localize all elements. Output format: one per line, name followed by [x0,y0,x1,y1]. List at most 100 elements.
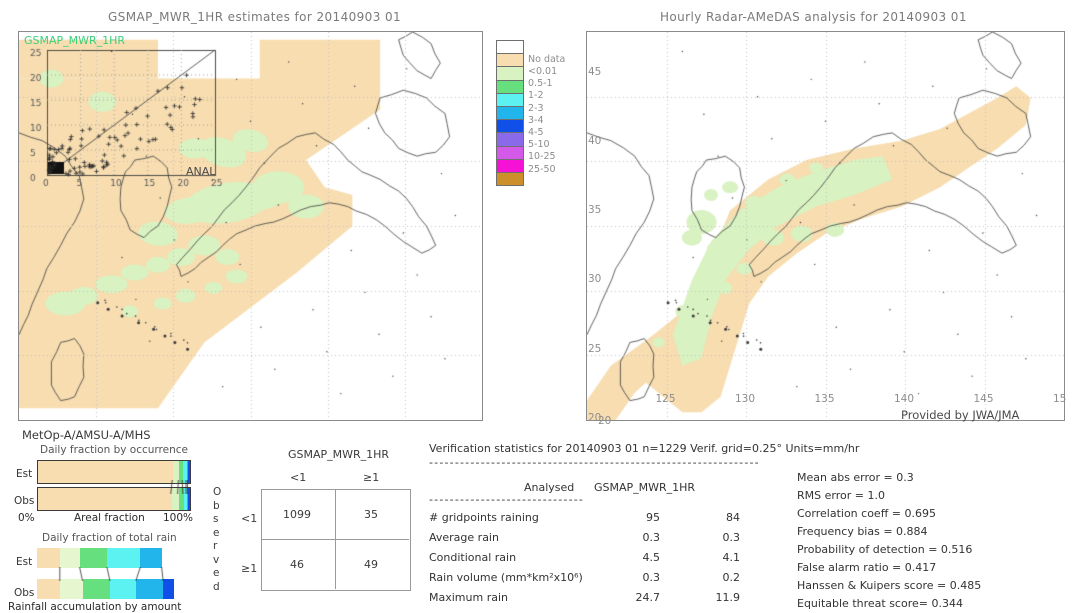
sensor-label: MetOp-A/AMSU-A/MHS [22,428,151,442]
contingency-row-header-0: <1 [241,512,258,525]
verification-row-analysed-2: 4.5 [642,551,661,564]
occurrence-row-label-obs: Obs [14,495,35,507]
inset-title: GSMAP_MWR_1HR [24,34,126,47]
totalrain-obs-seg-0 [37,579,60,599]
right-map-xtick-135: 135 [814,393,835,405]
observed-letter-3: e [213,526,220,539]
colorbar-cell-6 [497,120,523,134]
colorbar-label-5: 2-3 [528,102,544,114]
colorbar-cell-1 [497,54,523,68]
occurrence-link-lines [37,480,237,494]
verification-title: Verification statistics for 20140903 01 … [429,442,860,455]
occurrence-axis-left: 0% [18,512,35,524]
contingency-col-header-0: <1 [290,471,307,484]
left-map-panel[interactable] [18,31,483,421]
colorbar [496,40,524,187]
score-line-4: Probability of detection = 0.516 [797,543,973,556]
right-map-xtick-150: 15 [1053,393,1067,405]
score-line-1: RMS error = 1.0 [797,489,885,502]
colorbar-label-3: 0.5-1 [528,78,553,90]
score-line-7: Equitable threat score= 0.344 [797,597,963,610]
totalrain-bar-obs [37,579,189,599]
contingency-header: GSMAP_MWR_1HR [288,448,390,461]
observed-letter-4: r [213,540,218,552]
right-map-xtick-145: 145 [973,393,994,405]
verification-row-gsmap-4: 11.9 [715,591,741,604]
totalrain-obs-seg-5 [163,579,174,599]
colorbar-label-10: 25-50 [528,163,556,175]
totalrain-est-seg-2 [79,548,107,568]
right-map-ytick-45: 45 [588,65,602,78]
contingency-cell-1-0: 46 [290,558,304,571]
observed-letter-0: O [213,486,222,498]
verification-row-gsmap-1: 0.3 [722,531,741,544]
totalrain-row-label-obs: Obs [14,587,35,599]
totalrain-obs-seg-4 [135,579,164,599]
totalrain-caption: Rainfall accumulation by amount [8,601,182,613]
right-map-xtick-125: 125 [655,393,676,405]
verification-row-label-3: Rain volume (mm*km²x10⁶) [429,571,583,584]
right-panel-title: Hourly Radar-AMeDAS analysis for 2014090… [660,10,967,24]
totalrain-row-label-est: Est [16,556,33,568]
totalrain-est-seg-3 [106,548,141,568]
verification-row-analysed-3: 0.3 [642,571,661,584]
contingency-cell-0-1: 35 [364,508,378,521]
verification-divider: ----------------------------------------… [429,456,760,469]
score-line-6: Hanssen & Kuipers score = 0.485 [797,579,982,592]
score-line-3: Frequency bias = 0.884 [797,525,928,538]
right-map-canvas [587,32,1064,420]
totalrain-est-seg-1 [59,548,80,568]
occurrence-chart-title: Daily fraction by occurrence [40,444,188,456]
colorbar-label-7: 4-5 [528,126,544,138]
totalrain-est-seg-4 [140,548,162,568]
contingency-hline [261,539,409,540]
verification-sub-divider: ------------------------------ [429,493,585,506]
right-map-ytick-40: 40 [588,134,602,147]
colorbar-cell-2 [497,67,523,81]
totalrain-obs-seg-1 [59,579,83,599]
contingency-col-header-1: ≥1 [363,471,380,484]
score-line-0: Mean abs error = 0.3 [797,471,914,484]
colorbar-label-1: No data [528,53,566,65]
verification-row-label-0: # gridpoints raining [429,511,539,524]
verification-row-analysed-1: 0.3 [642,531,661,544]
colorbar-label-9: 10-25 [528,151,556,163]
verification-row-analysed-4: 24.7 [635,591,661,604]
colorbar-cell-8 [497,146,523,160]
score-line-2: Correlation coeff = 0.695 [797,507,936,520]
verification-row-label-1: Average rain [429,531,499,544]
contingency-cell-0-0: 1099 [283,508,311,521]
totalrain-est-seg-0 [37,548,60,568]
observed-letter-1: b [213,499,220,512]
totalrain-obs-seg-2 [82,579,110,599]
observed-letter-2: s [213,513,219,525]
contingency-table [261,489,411,591]
colorbar-cell-10 [497,172,523,186]
data-credit: Provided by JWA/JMA [901,408,1020,422]
colorbar-label-2: <0.01 [528,65,558,77]
contingency-cell-1-1: 49 [364,558,378,571]
right-map-ytick-35: 35 [588,204,602,217]
totalrain-bar-est [37,548,189,568]
colorbar-cell-7 [497,133,523,147]
score-line-5: False alarm ratio = 0.417 [797,561,937,574]
verification-row-gsmap-3: 0.2 [722,571,741,584]
verification-row-label-4: Maximum rain [429,591,508,604]
verification-col-header-gsmap: GSMAP_MWR_1HR [594,481,696,494]
totalrain-obs-seg-3 [109,579,136,599]
occurrence-row-label-est: Est [16,468,33,480]
inset-xaxis-label: ANAL [186,165,216,178]
right-map-panel[interactable] [586,31,1065,421]
colorbar-cell-5 [497,106,523,121]
occurrence-axis-center: Areal fraction [74,512,145,524]
colorbar-label-4: 1-2 [528,90,544,102]
figure-root: GSMAP_MWR_1HR estimates for 20140903 01 … [0,0,1080,613]
right-map-xtick-130: 130 [735,393,756,405]
verification-row-gsmap-2: 4.1 [722,551,741,564]
occurrence-axis-right: 100% [163,512,194,524]
colorbar-label-6: 3-4 [528,114,544,126]
right-map-xtick-140: 140 [894,393,915,405]
colorbar-cell-0 [497,41,523,55]
colorbar-cell-4 [497,93,523,107]
totalrain-link-lines [37,567,237,581]
